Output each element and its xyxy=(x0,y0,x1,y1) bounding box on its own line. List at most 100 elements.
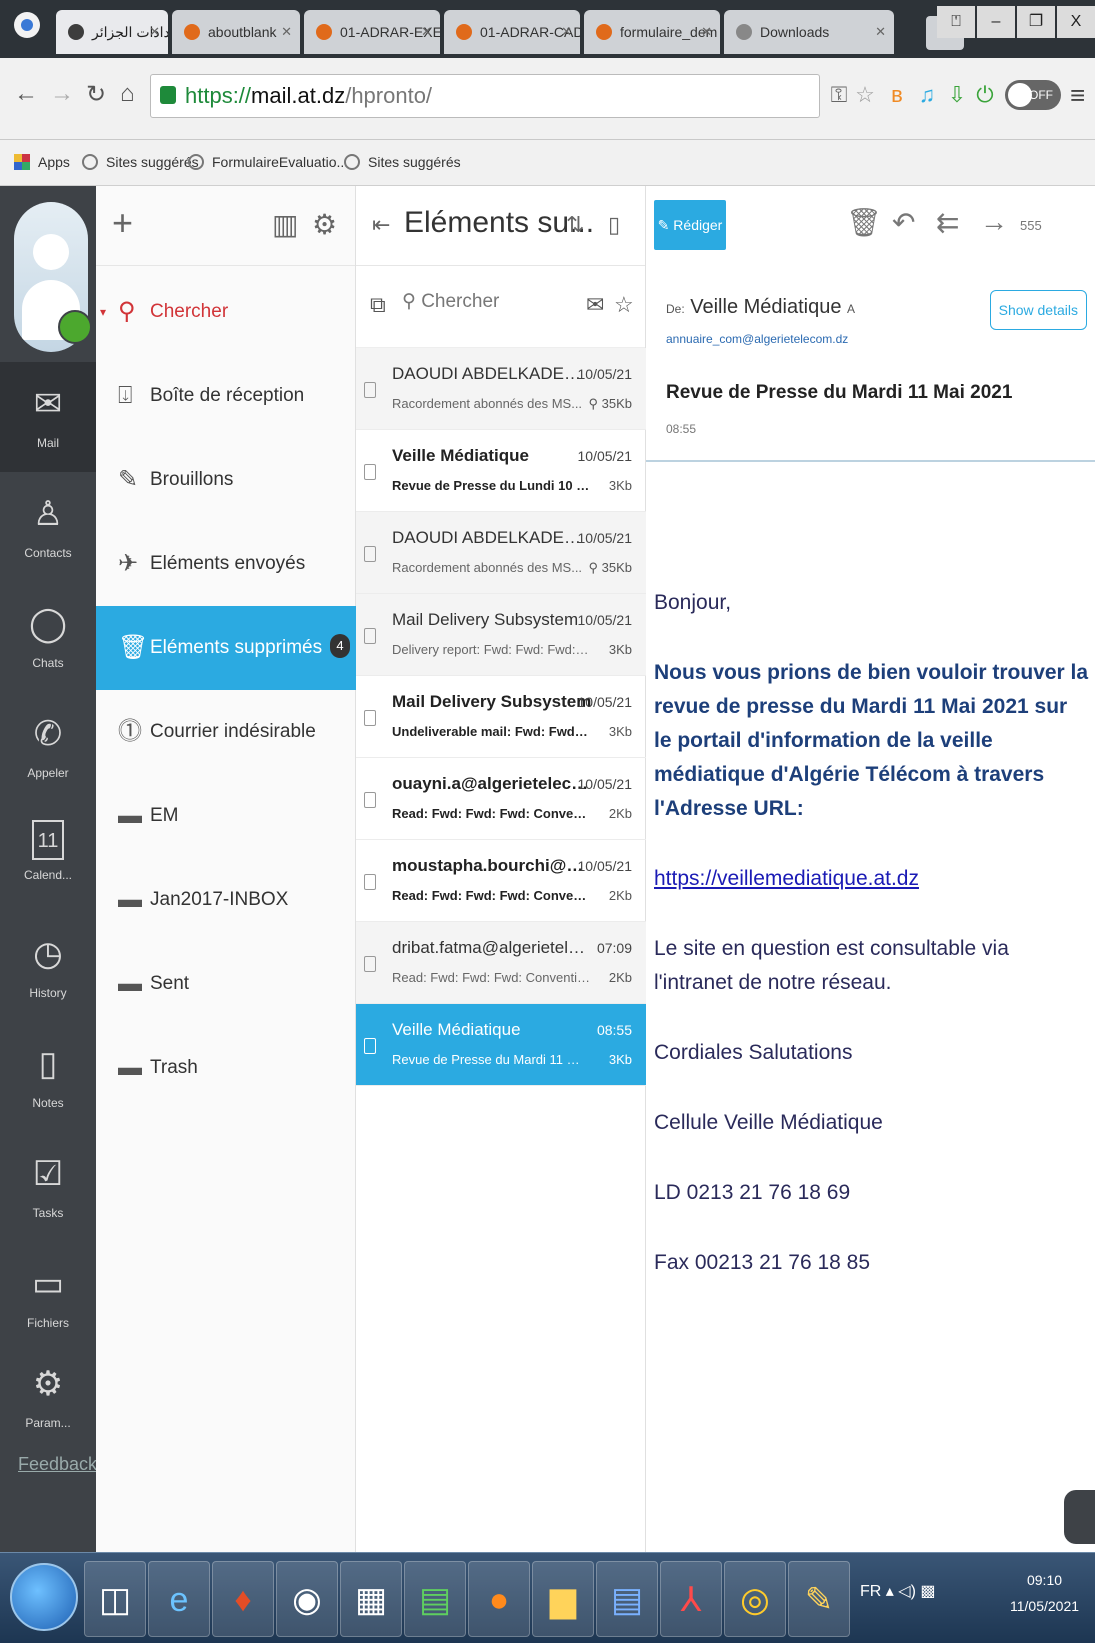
off-toggle[interactable]: OFF xyxy=(1005,80,1061,110)
message-checkbox[interactable] xyxy=(364,464,376,480)
rail-item-contacts[interactable]: ♙ Contacts xyxy=(0,472,96,582)
message-checkbox[interactable] xyxy=(364,956,376,972)
forward-icon[interactable]: → xyxy=(980,206,1008,238)
rail-item-phone[interactable]: ✆ Appeler xyxy=(0,692,96,802)
download-extension-icon[interactable]: ⇩ xyxy=(944,80,970,110)
headphones-icon[interactable]: ♫ xyxy=(914,80,940,110)
message-row[interactable]: Veille Médiatique 10/05/21 Revue de Presse… xyxy=(356,430,646,512)
add-folder-button[interactable]: + xyxy=(112,202,133,244)
message-row[interactable]: Mail Delivery Subsystem 10/05/21 Delivery … xyxy=(356,594,646,676)
back-arrow-icon[interactable]: ← xyxy=(14,80,38,108)
collapse-pane-icon[interactable]: ⇤ xyxy=(372,212,390,238)
message-row[interactable]: DAOUDI ABDELKADER D... 10/05/21 Racordemen… xyxy=(356,512,646,594)
message-checkbox[interactable] xyxy=(364,710,376,726)
home-icon[interactable]: ⌂ xyxy=(120,80,135,108)
archive-icon[interactable]: ▥ xyxy=(272,208,298,241)
bookmark-star-icon[interactable]: ☆ xyxy=(852,80,878,110)
close-window-button[interactable]: X xyxy=(1057,6,1095,38)
envelope-filter-icon[interactable]: ✉ xyxy=(586,292,604,318)
more-button[interactable]: 555 xyxy=(1020,218,1042,233)
star-filter-icon[interactable]: ☆ xyxy=(614,292,634,318)
browser-tab[interactable]: 01-ADRAR-EXE ✕ xyxy=(304,10,440,54)
rail-item-files[interactable]: ▭ Fichiers xyxy=(0,1242,96,1352)
word-icon[interactable]: ▤ xyxy=(596,1561,658,1637)
folder-sent[interactable]: ▬ Sent xyxy=(96,942,356,1026)
internet-explorer-icon[interactable]: e xyxy=(148,1561,210,1637)
acrobat-icon[interactable]: ⅄ xyxy=(660,1561,722,1637)
speaker-icon[interactable]: ◁) xyxy=(898,1583,916,1600)
gear-icon[interactable]: ⚙ xyxy=(312,208,337,241)
folder-junk[interactable]: ⓵ Courrier indésirable xyxy=(96,690,356,774)
firefox-icon[interactable]: ● xyxy=(468,1561,530,1637)
folder-drafts[interactable]: ✎ Brouillons xyxy=(96,438,356,522)
browser-tab[interactable]: 01-ADRAR-CAD ✕ xyxy=(444,10,580,54)
network-warning-icon[interactable]: ▩ xyxy=(920,1583,935,1600)
recipient-address[interactable]: annuaire_com@algerietelecom.dz xyxy=(666,332,848,346)
bookmark-item[interactable]: Sites suggérés xyxy=(344,154,461,170)
message-checkbox[interactable] xyxy=(364,382,376,398)
address-bar[interactable]: https://mail.at.dz/hpronto/ xyxy=(150,74,820,118)
folder-jan2017-inbox[interactable]: ▬ Jan2017-INBOX xyxy=(96,858,356,942)
folder-sent-items[interactable]: ✈ Eléments envoyés xyxy=(96,522,356,606)
message-checkbox[interactable] xyxy=(364,874,376,890)
browser-tab[interactable]: aboutblank ✕ xyxy=(172,10,300,54)
sender-name[interactable]: Veille Médiatique xyxy=(690,296,841,318)
browser-tab-active[interactable]: إعدادات الجزائر ✕ xyxy=(56,10,168,54)
feedback-link[interactable]: Feedback xyxy=(18,1454,97,1475)
maximize-button[interactable]: ❐ xyxy=(1017,6,1055,38)
rail-item-chats[interactable]: ◯ Chats xyxy=(0,582,96,692)
message-search-input[interactable]: ⚲ Chercher xyxy=(402,290,499,313)
language-indicator[interactable]: FR xyxy=(860,1583,881,1600)
message-row-selected[interactable]: Veille Médiatique 08:55 Revue de Presse du… xyxy=(356,1004,646,1086)
layout-toggle-icon[interactable]: ▯ xyxy=(608,212,620,238)
bookmark-item[interactable]: FormulaireEvaluatio... xyxy=(188,154,348,170)
browser-tab[interactable]: formulaire_dem ✕ xyxy=(584,10,720,54)
folder-inbox[interactable]: ⍗ Boîte de réception xyxy=(96,354,356,438)
folder-search[interactable]: ▾ ⚲ Chercher xyxy=(96,270,356,354)
tab-close-icon[interactable]: ✕ xyxy=(281,10,292,54)
portal-link[interactable]: https://veillemediatique.at.dz xyxy=(654,867,919,890)
tab-close-icon[interactable]: ✕ xyxy=(875,10,886,54)
reload-icon[interactable]: ↻ xyxy=(86,80,106,109)
show-details-button[interactable]: Show details xyxy=(989,290,1087,330)
minimize-button[interactable]: – xyxy=(977,6,1015,38)
tab-close-icon[interactable]: ✕ xyxy=(149,10,160,54)
folder-trash[interactable]: ▬ Trash xyxy=(96,1026,356,1110)
calculator-icon[interactable]: ▦ xyxy=(340,1561,402,1637)
menu-icon[interactable]: ≡ xyxy=(1070,80,1085,111)
start-button[interactable] xyxy=(10,1563,78,1631)
file-explorer-icon[interactable]: ▆ xyxy=(532,1561,594,1637)
thunderbird-icon[interactable]: ◉ xyxy=(276,1561,338,1637)
paint-icon[interactable]: ✎ xyxy=(788,1561,850,1637)
forward-arrow-icon[interactable]: → xyxy=(50,80,74,108)
rail-item-settings[interactable]: ⚙ Param... xyxy=(0,1342,96,1452)
tray-expand-icon[interactable]: ▴ xyxy=(886,1583,894,1600)
message-row[interactable]: Mail Delivery Subsystem 10/05/21 Undeliver… xyxy=(356,676,646,758)
rail-item-mail[interactable]: ✉ Mail xyxy=(0,362,96,472)
extension-b-icon[interactable]: ʙ xyxy=(884,80,910,110)
message-row[interactable]: ouayni.a@algerietelecom... 10/05/21 Read: … xyxy=(356,758,646,840)
message-row[interactable]: DAOUDI ABDELKADER D... 10/05/21 Racordemen… xyxy=(356,348,646,430)
delete-icon[interactable]: 🗑 xyxy=(846,206,882,239)
power-extension-icon[interactable]: ⏻ xyxy=(972,80,998,110)
folder-deleted-items[interactable]: 🗑 Eléments supprimés 4 xyxy=(96,606,356,690)
user-icon[interactable]: ⍞ xyxy=(937,6,975,38)
rail-item-history[interactable]: ◷ History xyxy=(0,912,96,1022)
message-checkbox[interactable] xyxy=(364,792,376,808)
chat-launcher-button[interactable] xyxy=(1064,1490,1095,1544)
system-clock[interactable]: 09:10 11/05/2021 xyxy=(1010,1567,1079,1619)
message-checkbox[interactable] xyxy=(364,628,376,644)
tab-close-icon[interactable]: ✕ xyxy=(421,10,432,54)
chrome-icon[interactable]: ◎ xyxy=(724,1561,786,1637)
bookmark-apps[interactable]: Apps xyxy=(14,154,70,170)
select-all-icon[interactable]: ⧉ xyxy=(370,292,386,318)
reply-icon[interactable]: ↶ xyxy=(892,206,915,239)
compose-button[interactable]: ✎ Rédiger xyxy=(654,200,726,250)
message-checkbox[interactable] xyxy=(364,1038,376,1054)
excel-icon[interactable]: ▤ xyxy=(404,1561,466,1637)
app-drop-icon[interactable]: ♦ xyxy=(212,1561,274,1637)
rail-item-notes[interactable]: ▯ Notes xyxy=(0,1022,96,1132)
folder-em[interactable]: ▬ EM xyxy=(96,774,356,858)
sort-icon[interactable]: ⇅ xyxy=(566,212,584,238)
tab-close-icon[interactable]: ✕ xyxy=(701,10,712,54)
